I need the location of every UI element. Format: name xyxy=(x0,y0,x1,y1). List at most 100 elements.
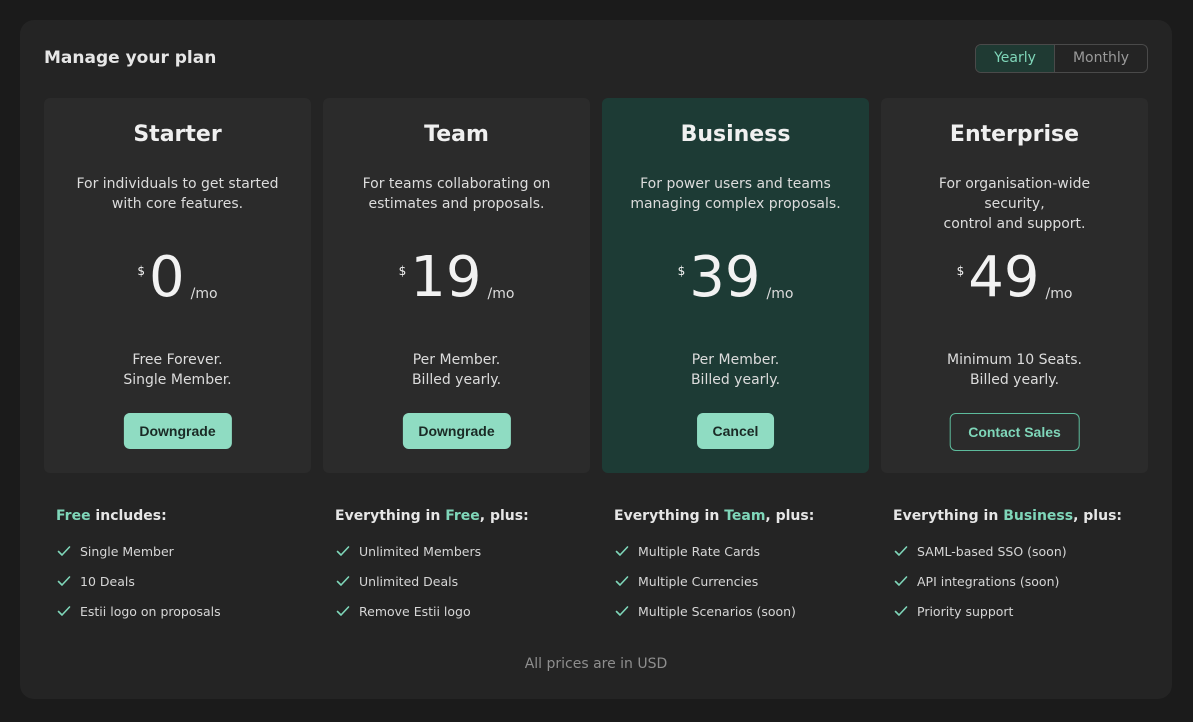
price-currency: $ xyxy=(677,264,686,278)
plan-description-line: For organisation-wide security, xyxy=(938,176,1091,212)
price-period: /mo xyxy=(190,286,218,302)
feature-item: Unlimited Deals xyxy=(335,566,590,596)
cancel-button[interactable]: Cancel xyxy=(696,413,775,449)
plan-description-line: For teams collaborating on xyxy=(362,176,551,192)
feature-heading-post: , plus: xyxy=(765,508,815,524)
price-amount: 19 xyxy=(410,245,482,310)
feature-heading-plan: Team xyxy=(724,508,766,524)
check-icon xyxy=(57,606,71,616)
feature-item: Remove Estii logo xyxy=(335,596,590,626)
feature-label: Estii logo on proposals xyxy=(80,603,221,619)
feature-label: Multiple Rate Cards xyxy=(638,543,761,559)
check-icon xyxy=(336,576,350,586)
feature-list-team: Everything in Free, plus: Unlimited Memb… xyxy=(323,508,590,626)
plan-note-line: Billed yearly. xyxy=(690,372,781,388)
feature-label: 10 Deals xyxy=(80,573,135,589)
feature-item: API integrations (soon) xyxy=(893,566,1148,596)
plan-description-line: managing complex proposals. xyxy=(630,196,841,212)
feature-heading-plan: Free xyxy=(56,508,91,524)
plan-description-line: For individuals to get started xyxy=(76,176,279,192)
feature-list-starter: Free includes: Single Member 10 Deals Es… xyxy=(44,508,311,626)
check-icon xyxy=(57,546,71,556)
plan-name: Business xyxy=(680,122,791,147)
plan-card-team: Team For teams collaborating on estimate… xyxy=(323,98,590,473)
feature-label: Unlimited Deals xyxy=(359,573,459,589)
feature-list-business: Everything in Team, plus: Multiple Rate … xyxy=(602,508,869,626)
check-icon xyxy=(615,576,629,586)
feature-label: SAML-based SSO (soon) xyxy=(917,543,1067,559)
plan-description: For power users and teams managing compl… xyxy=(630,174,841,214)
contact-sales-button[interactable]: Contact Sales xyxy=(949,413,1080,451)
feature-label: Unlimited Members xyxy=(359,543,482,559)
price-amount: 39 xyxy=(689,245,761,310)
check-icon xyxy=(615,606,629,616)
feature-item: Multiple Rate Cards xyxy=(614,536,869,566)
feature-heading-post: , plus: xyxy=(1073,508,1123,524)
plan-note: Free Forever. Single Member. xyxy=(44,350,311,390)
feature-item: 10 Deals xyxy=(56,566,311,596)
price-currency: $ xyxy=(956,264,965,278)
feature-list-enterprise: Everything in Business, plus: SAML-based… xyxy=(881,508,1148,626)
feature-label: Remove Estii logo xyxy=(359,603,471,619)
plan-note-line: Per Member. xyxy=(412,352,501,368)
plan-price: $ 39 /mo xyxy=(602,246,869,310)
feature-label: Single Member xyxy=(80,543,174,559)
plan-description: For organisation-wide security, control … xyxy=(909,174,1120,234)
plan-note-line: Billed yearly. xyxy=(411,372,502,388)
feature-heading-post: includes: xyxy=(90,508,167,524)
check-icon xyxy=(894,546,908,556)
plan-note: Minimum 10 Seats. Billed yearly. xyxy=(881,350,1148,390)
plan-note-line: Minimum 10 Seats. xyxy=(947,352,1082,368)
feature-item: Multiple Scenarios (soon) xyxy=(614,596,869,626)
feature-heading-plan: Business xyxy=(1003,508,1074,524)
feature-heading: Everything in Free, plus: xyxy=(335,508,590,524)
plan-description-line: control and support. xyxy=(943,216,1086,232)
page-title: Manage your plan xyxy=(44,48,217,68)
price-currency: $ xyxy=(398,264,407,278)
feature-item: Priority support xyxy=(893,596,1148,626)
feature-lists: Free includes: Single Member 10 Deals Es… xyxy=(44,508,1148,626)
billing-toggle: Yearly Monthly xyxy=(975,44,1148,73)
plan-name: Team xyxy=(424,122,489,147)
feature-heading: Free includes: xyxy=(56,508,311,524)
downgrade-button[interactable]: Downgrade xyxy=(402,413,511,449)
plan-note-line: Billed yearly. xyxy=(969,372,1060,388)
feature-label: Multiple Scenarios (soon) xyxy=(638,603,796,619)
plan-price: $ 19 /mo xyxy=(323,246,590,310)
check-icon xyxy=(336,546,350,556)
check-icon xyxy=(336,606,350,616)
plan-description-line: For power users and teams xyxy=(640,176,831,192)
feature-label: Priority support xyxy=(917,603,1014,619)
check-icon xyxy=(894,576,908,586)
feature-item: Estii logo on proposals xyxy=(56,596,311,626)
feature-heading-pre: Everything in xyxy=(335,508,446,524)
feature-label: API integrations (soon) xyxy=(917,573,1060,589)
price-period: /mo xyxy=(487,286,515,302)
toggle-yearly[interactable]: Yearly xyxy=(976,45,1055,72)
feature-heading-pre: Everything in xyxy=(893,508,1004,524)
plan-note-line: Per Member. xyxy=(691,352,780,368)
plan-note: Per Member. Billed yearly. xyxy=(323,350,590,390)
plan-note-line: Single Member. xyxy=(123,372,232,388)
currency-note: All prices are in USD xyxy=(524,656,668,672)
price-amount: 0 xyxy=(149,245,185,310)
price-period: /mo xyxy=(766,286,794,302)
plan-card-business: Business For power users and teams manag… xyxy=(602,98,869,473)
plan-note: Per Member. Billed yearly. xyxy=(602,350,869,390)
plan-note-line: Free Forever. xyxy=(132,352,223,368)
plan-card-starter: Starter For individuals to get started w… xyxy=(44,98,311,473)
feature-heading: Everything in Business, plus: xyxy=(893,508,1148,524)
feature-item: Single Member xyxy=(56,536,311,566)
plan-description: For individuals to get started with core… xyxy=(72,174,283,214)
plan-name: Starter xyxy=(133,122,222,147)
downgrade-button[interactable]: Downgrade xyxy=(123,413,232,449)
price-currency: $ xyxy=(137,264,146,278)
feature-item: Unlimited Members xyxy=(335,536,590,566)
toggle-monthly[interactable]: Monthly xyxy=(1055,45,1147,72)
feature-heading-post: , plus: xyxy=(479,508,529,524)
price-period: /mo xyxy=(1045,286,1073,302)
plan-price: $ 0 /mo xyxy=(44,246,311,310)
plan-panel: Manage your plan Yearly Monthly Starter … xyxy=(20,20,1172,699)
plan-description-line: with core features. xyxy=(111,196,244,212)
feature-heading-pre: Everything in xyxy=(614,508,725,524)
